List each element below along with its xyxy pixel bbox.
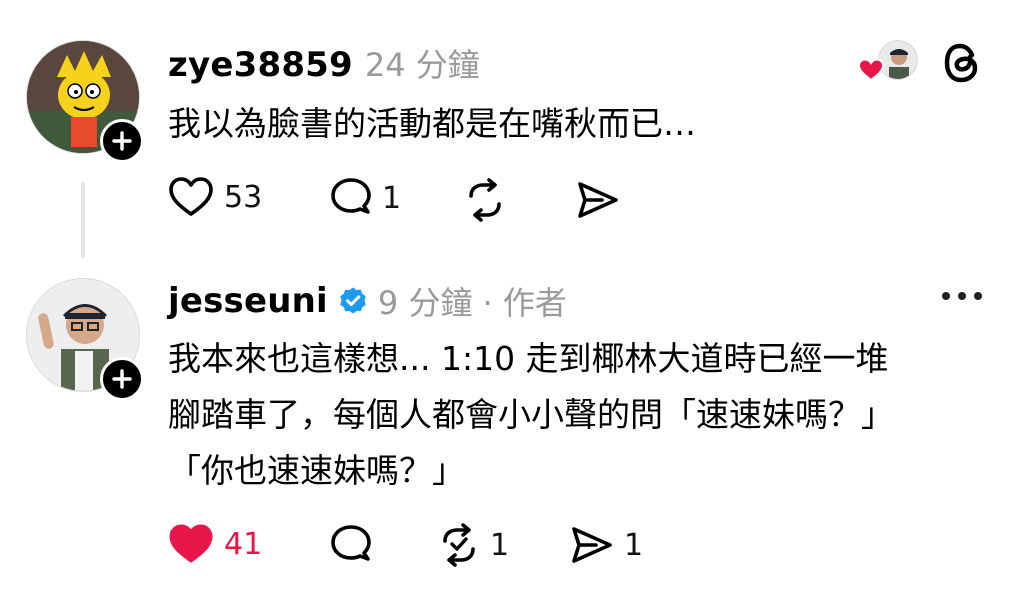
repost-button[interactable] — [462, 178, 508, 222]
like-count: 41 — [224, 526, 263, 562]
reply-button[interactable] — [328, 523, 374, 567]
repost-button[interactable]: 1 — [436, 523, 509, 567]
repost-icon — [469, 178, 501, 222]
share-button[interactable] — [574, 178, 620, 222]
post-body: 我以為臉書的活動都是在嘴秋而已… — [168, 104, 696, 143]
like-button[interactable]: 53 — [168, 176, 262, 218]
repost-count: 1 — [490, 527, 510, 563]
share-icon — [572, 527, 612, 563]
liked-by-indicator[interactable] — [858, 40, 920, 84]
plus-icon — [112, 369, 132, 389]
heart-icon — [169, 177, 213, 216]
post-timestamp: 9 分鐘 — [377, 284, 473, 322]
heart-icon — [858, 58, 884, 82]
like-button[interactable]: 41 — [168, 523, 262, 565]
more-icon — [942, 292, 982, 300]
liker-avatar — [878, 40, 918, 80]
heart-icon — [169, 524, 213, 563]
post-username[interactable]: zye38859 — [168, 45, 353, 85]
more-options-button[interactable] — [940, 288, 984, 304]
verified-badge-icon — [340, 287, 366, 314]
post-body-line-1: 我本來也這樣想... 1:10 走到椰林大道時已經一堆 — [168, 339, 889, 378]
reply-count: 1 — [382, 180, 402, 216]
post-username[interactable]: jesseuni — [168, 281, 328, 321]
follow-plus-button[interactable] — [100, 119, 144, 163]
thread-connector-line — [81, 182, 85, 258]
share-count: 1 — [624, 527, 644, 563]
post-timestamp: 24 分鐘 — [364, 46, 480, 84]
follow-plus-button[interactable] — [100, 357, 144, 401]
repost-icon — [443, 523, 475, 567]
like-count: 53 — [224, 179, 263, 215]
share-button[interactable]: 1 — [568, 523, 643, 567]
post-body-line-2: 腳踏車了，每個人都會小小聲的問「速速妹嗎？」 — [168, 395, 894, 434]
post-body-line-3: 「你也速速妹嗎？」 — [168, 451, 465, 490]
threads-logo-icon[interactable] — [942, 42, 982, 84]
comment-icon — [331, 525, 371, 561]
post-body: 我本來也這樣想... 1:10 走到椰林大道時已經一堆 腳踏車了，每個人都會小小… — [168, 331, 894, 499]
comment-icon — [331, 178, 371, 214]
share-icon — [578, 182, 618, 218]
author-tag: · 作者 — [482, 284, 567, 322]
plus-icon — [112, 131, 132, 151]
reply-button[interactable]: 1 — [328, 176, 401, 220]
